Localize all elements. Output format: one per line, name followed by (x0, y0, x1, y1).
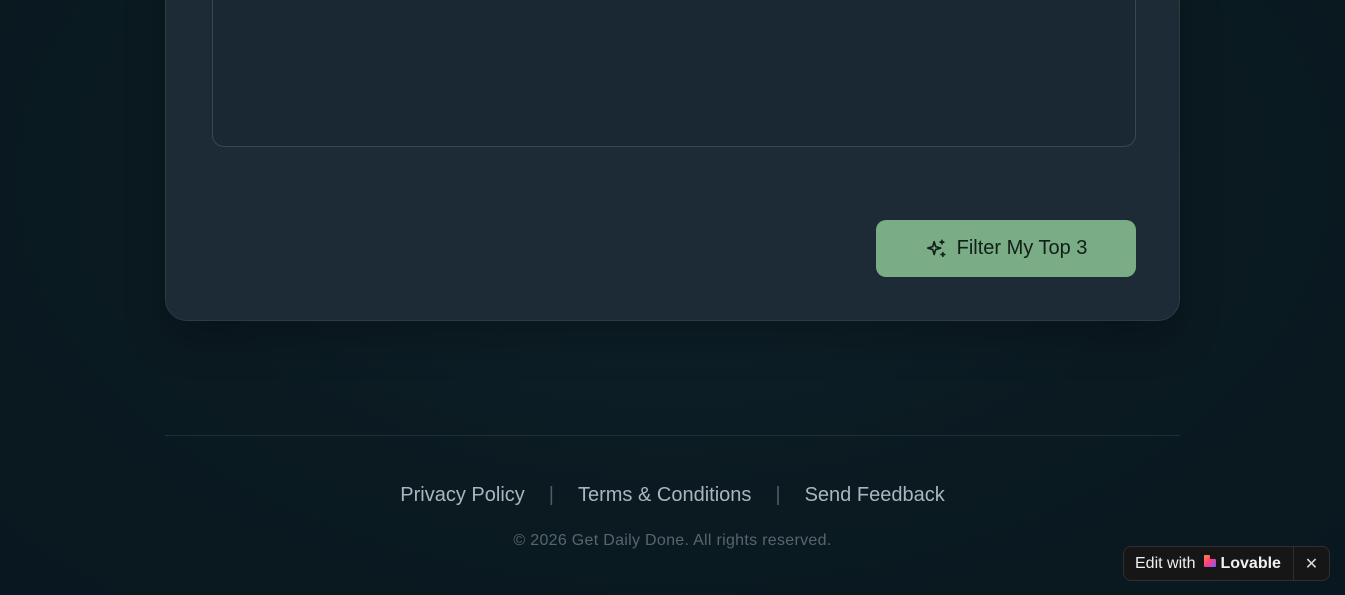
privacy-policy-link[interactable]: Privacy Policy (400, 484, 524, 507)
lovable-brand: Lovable (1203, 554, 1281, 573)
tasks-textarea[interactable] (212, 0, 1136, 147)
footer-divider (165, 435, 1180, 436)
task-input-card: Filter My Top 3 (165, 0, 1180, 321)
filter-top-3-button[interactable]: Filter My Top 3 (876, 220, 1136, 277)
badge-close-button[interactable]: ✕ (1293, 547, 1329, 580)
badge-label: Edit with (1135, 554, 1196, 572)
lovable-badge: Edit with Lovable ✕ (1123, 546, 1330, 581)
sparkles-icon (925, 238, 947, 260)
footer-links: Privacy Policy | Terms & Conditions | Se… (0, 484, 1345, 507)
terms-conditions-link[interactable]: Terms & Conditions (578, 484, 751, 507)
footer-separator: | (548, 484, 554, 506)
lovable-heart-icon (1203, 554, 1217, 573)
close-icon: ✕ (1304, 555, 1319, 573)
filter-button-label: Filter My Top 3 (956, 237, 1088, 259)
edit-with-lovable-button[interactable]: Edit with Lovable (1124, 547, 1293, 580)
lovable-brand-text: Lovable (1220, 554, 1281, 572)
send-feedback-link[interactable]: Send Feedback (805, 484, 945, 507)
page: Filter My Top 3 Privacy Policy | Terms &… (0, 0, 1345, 595)
footer-separator: | (775, 484, 781, 506)
